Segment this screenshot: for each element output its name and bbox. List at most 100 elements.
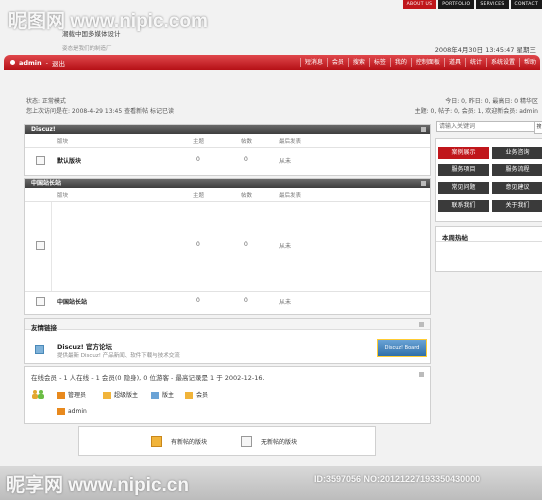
online-summary: 在线会员 - 1 人在线 - 1 会员(0 隐身), 0 位游客 - 最高记录是… (31, 374, 265, 382)
forum-status-icon (36, 156, 45, 165)
top-nav-portfolio[interactable]: PORTFOLIO (438, 0, 475, 9)
forum-post-count: 0 (244, 156, 248, 163)
nav-item-search[interactable]: 搜索 (347, 58, 369, 67)
col-last-post: 最后发表 (279, 139, 302, 145)
legend-mod: 版主 (151, 390, 174, 399)
no-new-posts-icon (241, 436, 252, 447)
nav-item-tags[interactable]: 标签 (368, 58, 390, 67)
link-name[interactable]: Discuz! 官方论坛 (57, 341, 112, 351)
moderator-icon (151, 392, 159, 399)
nav-item-stats[interactable]: 统计 (464, 58, 486, 67)
forum-post-count: 0 (244, 297, 248, 304)
forum-status-icon (36, 297, 45, 306)
nav-item-help[interactable]: 帮助 (518, 58, 540, 67)
user-box: admin - 退出 (10, 58, 65, 68)
watermark-id: ID:3597056 NO:20121227193350430000 (314, 474, 481, 484)
hot-posts-panel: 本周热帖 (435, 226, 542, 272)
btn-contact[interactable]: 联系我们 (438, 200, 489, 212)
divider (25, 147, 430, 148)
col-topics: 主题 (193, 193, 205, 199)
collapse-icon[interactable] (419, 372, 424, 377)
top-nav-about[interactable]: ABOUT US (402, 0, 437, 9)
nav-item-messages[interactable]: 短消息 (299, 58, 327, 67)
link-desc: 提供最新 Discuz! 产品新闻、软件下载与技术交流 (57, 353, 180, 359)
forum-last-post: 从未 (279, 299, 292, 306)
collapse-icon[interactable] (421, 181, 426, 186)
section-title[interactable]: 中国站长站 (31, 180, 61, 187)
legend-nonew-label: 无新帖的版块 (261, 439, 298, 446)
main-navbar: admin - 退出 短消息 会员 搜索 标签 我的 控制面板 道具 统计 系统… (4, 55, 540, 70)
member-icon (185, 392, 193, 399)
logout-link[interactable]: 退出 (52, 58, 65, 68)
search-button[interactable]: 搜 (534, 121, 542, 134)
users-group-icon (31, 389, 45, 399)
watermark-bottom: 昵享网 www.nipic.cn (6, 475, 189, 496)
forum-status-icon (36, 241, 45, 250)
btn-service-items[interactable]: 服务项目 (438, 164, 489, 176)
link-icon (35, 345, 44, 354)
forum-section-discuz: Discuz! 版块 主题 帖数 最后发表 默认版块 0 0 从未 (24, 124, 431, 176)
top-nav-contact[interactable]: CONTACT (510, 0, 542, 9)
forum-legend: 有新帖的版块 无新帖的版块 (78, 426, 376, 456)
admin-icon (57, 408, 65, 415)
col-posts: 帖数 (241, 139, 253, 145)
col-last-post: 最后发表 (279, 193, 302, 199)
search-input[interactable] (436, 121, 536, 132)
header-datetime: 2008年4月30日 13:45:47 星期三 (434, 46, 536, 54)
nav-item-props[interactable]: 道具 (443, 58, 465, 67)
btn-case-showcase[interactable]: 案例展示 (438, 147, 489, 159)
super-moderator-icon (103, 392, 111, 399)
section-header: 中国站长站 (25, 179, 430, 188)
friend-links-panel: 友情链接 Discuz! 官方论坛 提供最新 Discuz! 产品新闻、软件下载… (24, 318, 431, 364)
nav-item-members[interactable]: 会员 (326, 58, 348, 67)
collapse-icon[interactable] (419, 322, 424, 327)
btn-service-process[interactable]: 服务流程 (492, 164, 542, 176)
status-last-visit[interactable]: 您上次访问是在: 2008-4-29 13:45 查看新帖 标记已读 (26, 106, 174, 115)
admin-icon (57, 392, 65, 399)
forum-post-count: 0 (244, 241, 248, 248)
forum-last-post: 从未 (279, 243, 292, 250)
col-forum: 版块 (57, 139, 69, 145)
collapse-icon[interactable] (421, 127, 426, 132)
header-tagline: 潮载中国多媒体设计 (62, 30, 121, 38)
separator: - (45, 58, 49, 67)
username-link[interactable]: admin (19, 59, 42, 67)
service-buttons-panel: 案例展示 业务咨询 服务项目 服务流程 常见问题 意见建议 联系我们 关于我们 (435, 138, 542, 222)
header-subtitle: 姿态是我们的制造厂 (62, 46, 112, 52)
forum-section-china: 中国站长站 版块 主题 帖数 最后发表 0 0 从未 中国站长站 0 0 从未 (24, 178, 431, 315)
btn-about[interactable]: 关于我们 (492, 200, 542, 212)
forum-name-link[interactable]: 默认版块 (57, 156, 81, 165)
col-posts: 帖数 (241, 193, 253, 199)
forum-topic-count: 0 (196, 297, 200, 304)
forum-topic-count: 0 (196, 156, 200, 163)
legend-new-label: 有新帖的版块 (171, 439, 208, 446)
nav-item-control-panel[interactable]: 控制面板 (410, 58, 444, 67)
user-icon (10, 60, 15, 65)
btn-feedback[interactable]: 意见建议 (492, 182, 542, 194)
legend-admin: 管理员 (57, 390, 86, 399)
forum-topic-count: 0 (196, 241, 200, 248)
online-members-panel: 在线会员 - 1 人在线 - 1 会员(0 隐身), 0 位游客 - 最高记录是… (24, 366, 431, 424)
links-header (25, 319, 430, 330)
legend-member: 会员 (185, 390, 208, 399)
top-nav-services[interactable]: SERVICES (476, 0, 509, 9)
top-nav-links: ABOUT US PORTFOLIO SERVICES CONTACT (402, 0, 542, 9)
links-title: 友情链接 (31, 324, 57, 332)
forum-last-post: 从未 (279, 158, 292, 165)
status-today-stats: 今日: 0, 昨日: 0, 最高日: 0 精华区 (445, 98, 538, 105)
nav-menu: 短消息 会员 搜索 标签 我的 控制面板 道具 统计 系统设置 帮助 (299, 58, 540, 67)
divider (51, 201, 52, 291)
nav-item-mine[interactable]: 我的 (389, 58, 411, 67)
section-header: Discuz! (25, 125, 430, 134)
legend-super-mod: 超级版主 (103, 390, 138, 399)
forum-name-link[interactable]: 中国站长站 (57, 297, 87, 306)
divider (25, 291, 430, 292)
col-topics: 主题 (193, 139, 205, 145)
section-title[interactable]: Discuz! (31, 126, 56, 133)
online-user[interactable]: admin (57, 408, 87, 415)
btn-consulting[interactable]: 业务咨询 (492, 147, 542, 159)
nav-item-settings[interactable]: 系统设置 (485, 58, 519, 67)
discuz-logo-banner[interactable]: Discuz! Board (377, 339, 427, 357)
new-posts-icon (151, 436, 162, 447)
btn-faq[interactable]: 常见问题 (438, 182, 489, 194)
